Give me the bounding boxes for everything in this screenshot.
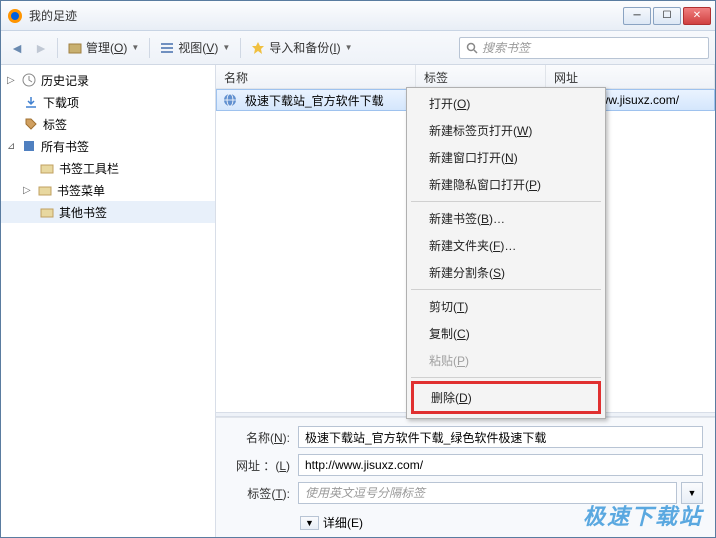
ctx-paste: 粘贴(P) [409, 347, 603, 374]
tags-dropdown-button[interactable]: ▼ [681, 482, 703, 504]
separator [240, 38, 241, 58]
details-panel: 名称(N): 网址 ：(L) 标签(T): ▼ ▼ 详细(E) 极速下载站 [216, 417, 715, 537]
expand-icon[interactable]: ▷ [7, 75, 17, 86]
expand-icon[interactable]: ▷ [23, 185, 33, 196]
separator [411, 289, 601, 290]
column-name[interactable]: 名称 [216, 65, 416, 88]
maximize-button[interactable]: ☐ [653, 7, 681, 25]
separator [411, 377, 601, 378]
folder-icon [39, 160, 55, 176]
detail-url-input[interactable] [298, 454, 703, 476]
column-tags[interactable]: 标签 [416, 65, 546, 88]
sidebar-item-downloads[interactable]: 下载项 [1, 91, 215, 113]
detail-name-input[interactable] [298, 426, 703, 448]
sidebar-item-toolbar-bookmarks[interactable]: 书签工具栏 [1, 157, 215, 179]
ctx-delete[interactable]: 删除(D) [414, 384, 598, 411]
list-header: 名称 标签 网址 [216, 65, 715, 89]
window-title: 我的足迹 [29, 7, 623, 24]
detail-url-label: 网址 ：(L) [228, 457, 298, 474]
dropdown-icon: ▼ [345, 43, 353, 52]
ctx-open[interactable]: 打开(O) [409, 90, 603, 117]
sidebar: ▷ 历史记录 下载项 标签 ⊿ 所有书签 书签工具栏 ▷ [1, 65, 216, 537]
import-backup-menu[interactable]: 导入和备份(I) ▼ [247, 37, 356, 58]
detail-tags-label: 标签(T): [228, 485, 298, 502]
folder-icon [37, 182, 53, 198]
ctx-cut[interactable]: 剪切(T) [409, 293, 603, 320]
context-menu: 打开(O) 新建标签页打开(W) 新建窗口打开(N) 新建隐私窗口打开(P) 新… [406, 87, 606, 419]
sidebar-item-history[interactable]: ▷ 历史记录 [1, 69, 215, 91]
view-icon [160, 41, 174, 55]
back-button[interactable]: ◄ [7, 38, 27, 58]
close-button[interactable]: ✕ [683, 7, 711, 25]
globe-icon [223, 93, 237, 107]
separator [411, 201, 601, 202]
star-icon [251, 41, 265, 55]
sidebar-item-other-bookmarks[interactable]: 其他书签 [1, 201, 215, 223]
ctx-open-tab[interactable]: 新建标签页打开(W) [409, 117, 603, 144]
separator [149, 38, 150, 58]
expand-details[interactable]: ▼ 详细(E) [228, 510, 703, 533]
ctx-new-separator[interactable]: 新建分割条(S) [409, 259, 603, 286]
detail-tags-input[interactable] [298, 482, 677, 504]
tag-icon [23, 116, 39, 132]
minimize-button[interactable]: ─ [623, 7, 651, 25]
detail-name-label: 名称(N): [228, 429, 298, 446]
ctx-new-folder[interactable]: 新建文件夹(F)… [409, 232, 603, 259]
toolbar: ◄ ► 管理(O) ▼ 视图(V) ▼ 导入和备份(I) ▼ [1, 31, 715, 65]
title-bar: 我的足迹 ─ ☐ ✕ [1, 1, 715, 31]
column-url[interactable]: 网址 [546, 65, 715, 88]
bookmarks-icon [21, 138, 37, 154]
search-input[interactable] [482, 41, 702, 55]
dropdown-icon: ▼ [131, 43, 139, 52]
sidebar-item-all-bookmarks[interactable]: ⊿ 所有书签 [1, 135, 215, 157]
organize-icon [68, 41, 82, 55]
view-menu[interactable]: 视图(V) ▼ [156, 37, 234, 58]
firefox-icon [7, 8, 23, 24]
download-icon [23, 94, 39, 110]
highlight-box: 删除(D) [411, 381, 601, 414]
ctx-new-bookmark[interactable]: 新建书签(B)… [409, 205, 603, 232]
ctx-copy[interactable]: 复制(C) [409, 320, 603, 347]
chevron-down-icon: ▼ [300, 516, 319, 530]
sidebar-item-tags[interactable]: 标签 [1, 113, 215, 135]
ctx-open-window[interactable]: 新建窗口打开(N) [409, 144, 603, 171]
folder-icon [39, 204, 55, 220]
collapse-icon[interactable]: ⊿ [7, 141, 17, 152]
chevron-down-icon: ▼ [688, 488, 697, 498]
sidebar-item-menu-bookmarks[interactable]: ▷ 书签菜单 [1, 179, 215, 201]
row-name: 极速下载站_官方软件下载 [237, 92, 423, 109]
search-icon [466, 42, 478, 54]
search-box[interactable] [459, 37, 709, 59]
ctx-open-private[interactable]: 新建隐私窗口打开(P) [409, 171, 603, 198]
main-panel: 名称 标签 网址 极速下载站_官方软件下载 http://www.jisuxz.… [216, 65, 715, 537]
forward-button[interactable]: ► [31, 38, 51, 58]
separator [57, 38, 58, 58]
dropdown-icon: ▼ [222, 43, 230, 52]
clock-icon [21, 72, 37, 88]
manage-menu[interactable]: 管理(O) ▼ [64, 37, 143, 58]
